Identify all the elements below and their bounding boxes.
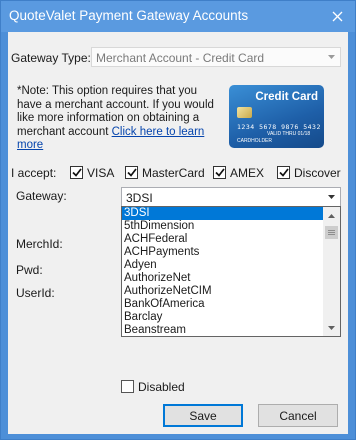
mastercard-label: MasterCard (142, 166, 205, 180)
dialog-window: QuoteValet Payment Gateway Accounts Gate… (0, 0, 356, 440)
amex-checkbox[interactable] (213, 166, 226, 179)
close-button[interactable] (325, 4, 349, 28)
dropdown-option[interactable]: BankOfAmerica (122, 298, 324, 311)
gateway-value: 3DSI (126, 191, 153, 205)
pwd-label: Pwd: (16, 263, 43, 277)
window-title: QuoteValet Payment Gateway Accounts (9, 8, 249, 23)
checkmark-icon (214, 168, 225, 177)
save-button[interactable]: Save (163, 404, 243, 427)
scroll-down-button[interactable] (323, 319, 340, 336)
visa-checkbox[interactable] (70, 166, 83, 179)
dropdown-option[interactable]: Barclay (122, 311, 324, 324)
gateway-type-value: Merchant Account - Credit Card (96, 51, 265, 65)
dialog-body: Gateway Type: Merchant Account - Credit … (8, 32, 348, 434)
dropdown-option[interactable]: 5thDimension (122, 220, 324, 233)
close-icon (332, 11, 342, 21)
accept-label: I accept: (11, 166, 57, 180)
visa-label: VISA (87, 166, 115, 180)
chevron-down-icon (323, 188, 340, 206)
grip-icon (328, 230, 335, 235)
card-chip-icon (237, 107, 252, 118)
checkmark-icon (126, 168, 137, 177)
disabled-checkbox[interactable] (121, 380, 134, 393)
credit-card-image: Credit Card 1234 5678 9876 5432 VALID TH… (229, 85, 324, 148)
merchid-label: MerchId: (16, 237, 63, 251)
gateway-type-label: Gateway Type: (11, 51, 91, 65)
card-expiry: VALID THRU 01/18 (267, 131, 311, 137)
checkmark-icon (278, 168, 289, 177)
card-number: 1234 5678 9876 5432 (237, 123, 321, 131)
gateway-combo[interactable]: 3DSI (121, 187, 341, 207)
dropdown-option[interactable]: AuthorizeNet (122, 272, 324, 285)
dropdown-option[interactable]: ACHPayments (122, 246, 324, 259)
mastercard-checkbox[interactable] (125, 166, 138, 179)
save-button-label: Save (189, 408, 217, 423)
dropdown-option[interactable]: ACHFederal (122, 233, 324, 246)
title-bar[interactable]: QuoteValet Payment Gateway Accounts (1, 1, 355, 32)
dropdown-scrollbar[interactable] (323, 207, 340, 336)
dropdown-option[interactable]: Beanstream (122, 324, 324, 336)
userid-label: UserId: (16, 286, 55, 300)
scroll-thumb[interactable] (325, 226, 338, 239)
card-title: Credit Card (255, 91, 318, 103)
merchant-note: *Note: This option requires that you hav… (17, 85, 217, 153)
amex-label: AMEX (230, 166, 265, 180)
gateway-dropdown-list[interactable]: 3DSI 5thDimension ACHFederal ACHPayments Ady… (121, 206, 341, 337)
gateway-label: Gateway: (16, 189, 67, 203)
cancel-button[interactable]: Cancel (258, 404, 338, 427)
scroll-up-button[interactable] (323, 207, 340, 224)
checkmark-icon (71, 168, 82, 177)
chevron-up-icon (328, 213, 335, 218)
gateway-type-combo[interactable]: Merchant Account - Credit Card (91, 47, 341, 67)
cancel-button-label: Cancel (279, 408, 317, 423)
gateway-options: 3DSI 5thDimension ACHFederal ACHPayments Ady… (122, 207, 324, 336)
disabled-label: Disabled (138, 380, 185, 394)
discover-checkbox[interactable] (277, 166, 290, 179)
discover-label: Discover (294, 166, 341, 180)
dropdown-option[interactable]: Adyen (122, 259, 324, 272)
card-holder: CARDHOLDER (237, 138, 273, 144)
dropdown-option[interactable]: 3DSI (122, 207, 324, 220)
chevron-down-icon (328, 325, 335, 330)
chevron-down-icon (323, 48, 340, 66)
dropdown-option[interactable]: AuthorizeNetCIM (122, 285, 324, 298)
